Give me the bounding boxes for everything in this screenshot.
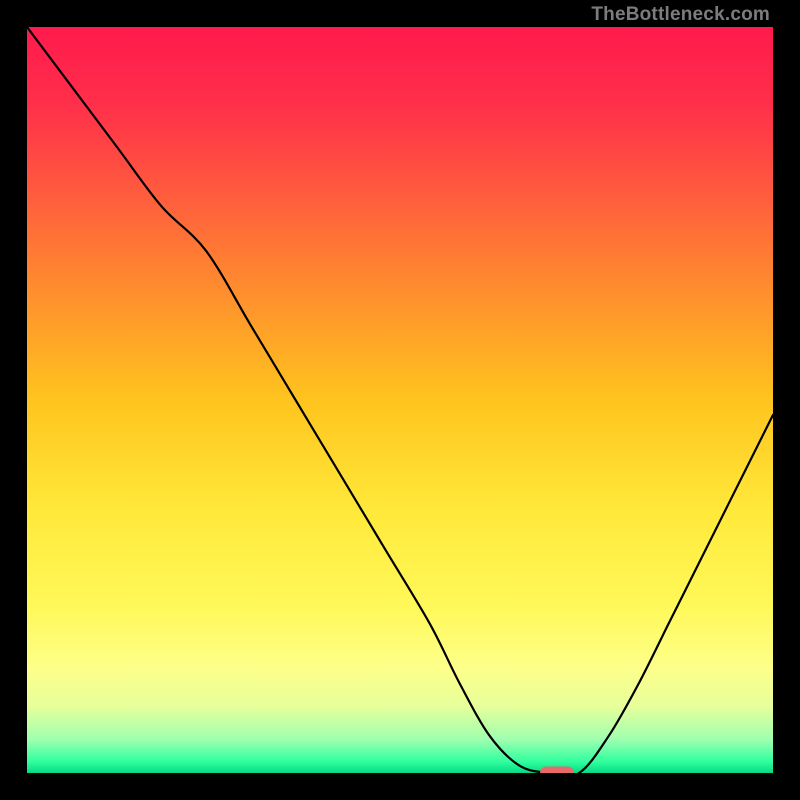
optimum-marker xyxy=(540,767,574,774)
curve-layer xyxy=(27,27,773,773)
watermark-text: TheBottleneck.com xyxy=(591,4,770,26)
plot-area xyxy=(27,27,773,773)
bottleneck-curve xyxy=(27,27,773,773)
chart-frame: TheBottleneck.com xyxy=(0,0,800,800)
